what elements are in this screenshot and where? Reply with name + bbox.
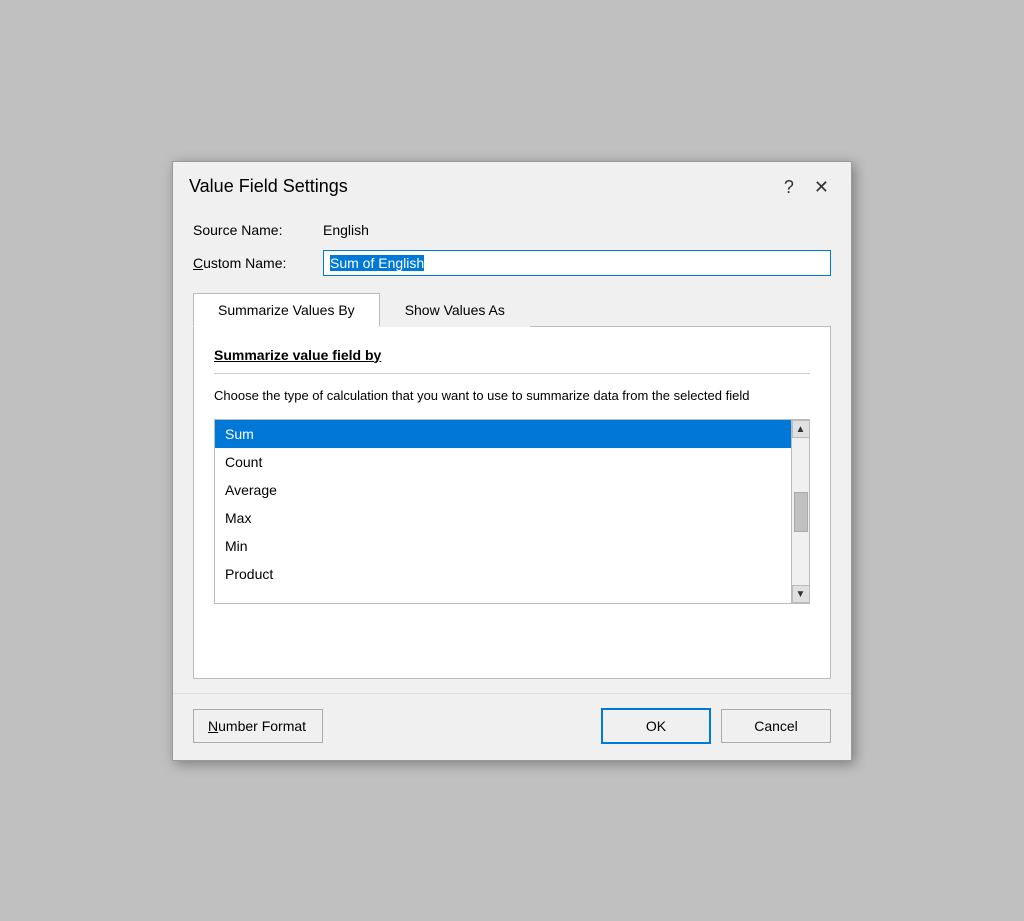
dialog-window: Value Field Settings ? ✕ Source Name: En… [172,161,852,761]
footer-right: OK Cancel [601,708,831,744]
list-item-min[interactable]: Min [215,532,791,560]
footer-left: Number Format [193,709,323,743]
custom-name-input[interactable] [323,250,831,276]
source-name-label: Source Name: [193,222,323,238]
source-name-value: English [323,222,369,238]
ok-button[interactable]: OK [601,708,711,744]
list-item-product[interactable]: Product [215,560,791,588]
title-bar-left: Value Field Settings [189,176,348,197]
dialog-body: Source Name: English CCustom Name:ustom … [173,208,851,679]
list-item-max[interactable]: Max [215,504,791,532]
scroll-down-button[interactable]: ▼ [792,585,810,603]
list-item-count[interactable]: Count [215,448,791,476]
cancel-button[interactable]: Cancel [721,709,831,743]
tab-summarize-values-by[interactable]: Summarize Values By [193,293,380,327]
tab-content-summarize: Summarize value field by Choose the type… [193,327,831,679]
tab-section-title: Summarize value field by [214,347,810,363]
custom-name-label: CCustom Name:ustom Name: [193,255,323,271]
number-format-button[interactable]: Number Format [193,709,323,743]
close-button[interactable]: ✕ [808,176,835,198]
tab-show-values-as[interactable]: Show Values As [380,293,530,327]
tab-description: Choose the type of calculation that you … [214,386,810,406]
tab-divider [214,373,810,374]
scroll-up-button[interactable]: ▲ [792,420,810,438]
title-bar: Value Field Settings ? ✕ [173,162,851,208]
tabs-container: Summarize Values By Show Values As Summa… [193,292,831,679]
scrollbar: ▲ ▼ [791,420,809,603]
title-bar-right: ? ✕ [778,176,835,198]
help-button[interactable]: ? [778,176,800,198]
list-item-sum[interactable]: Sum [215,420,791,448]
list-item-average[interactable]: Average [215,476,791,504]
dialog-footer: Number Format OK Cancel [173,693,851,760]
tab-header: Summarize Values By Show Values As [193,292,831,327]
dialog-title: Value Field Settings [189,176,348,197]
scroll-thumb[interactable] [794,492,808,532]
listbox-container: Sum Count Average Max Min [214,419,810,604]
listbox[interactable]: Sum Count Average Max Min [215,420,791,603]
source-name-row: Source Name: English [193,222,831,238]
custom-name-row: CCustom Name:ustom Name: [193,250,831,276]
